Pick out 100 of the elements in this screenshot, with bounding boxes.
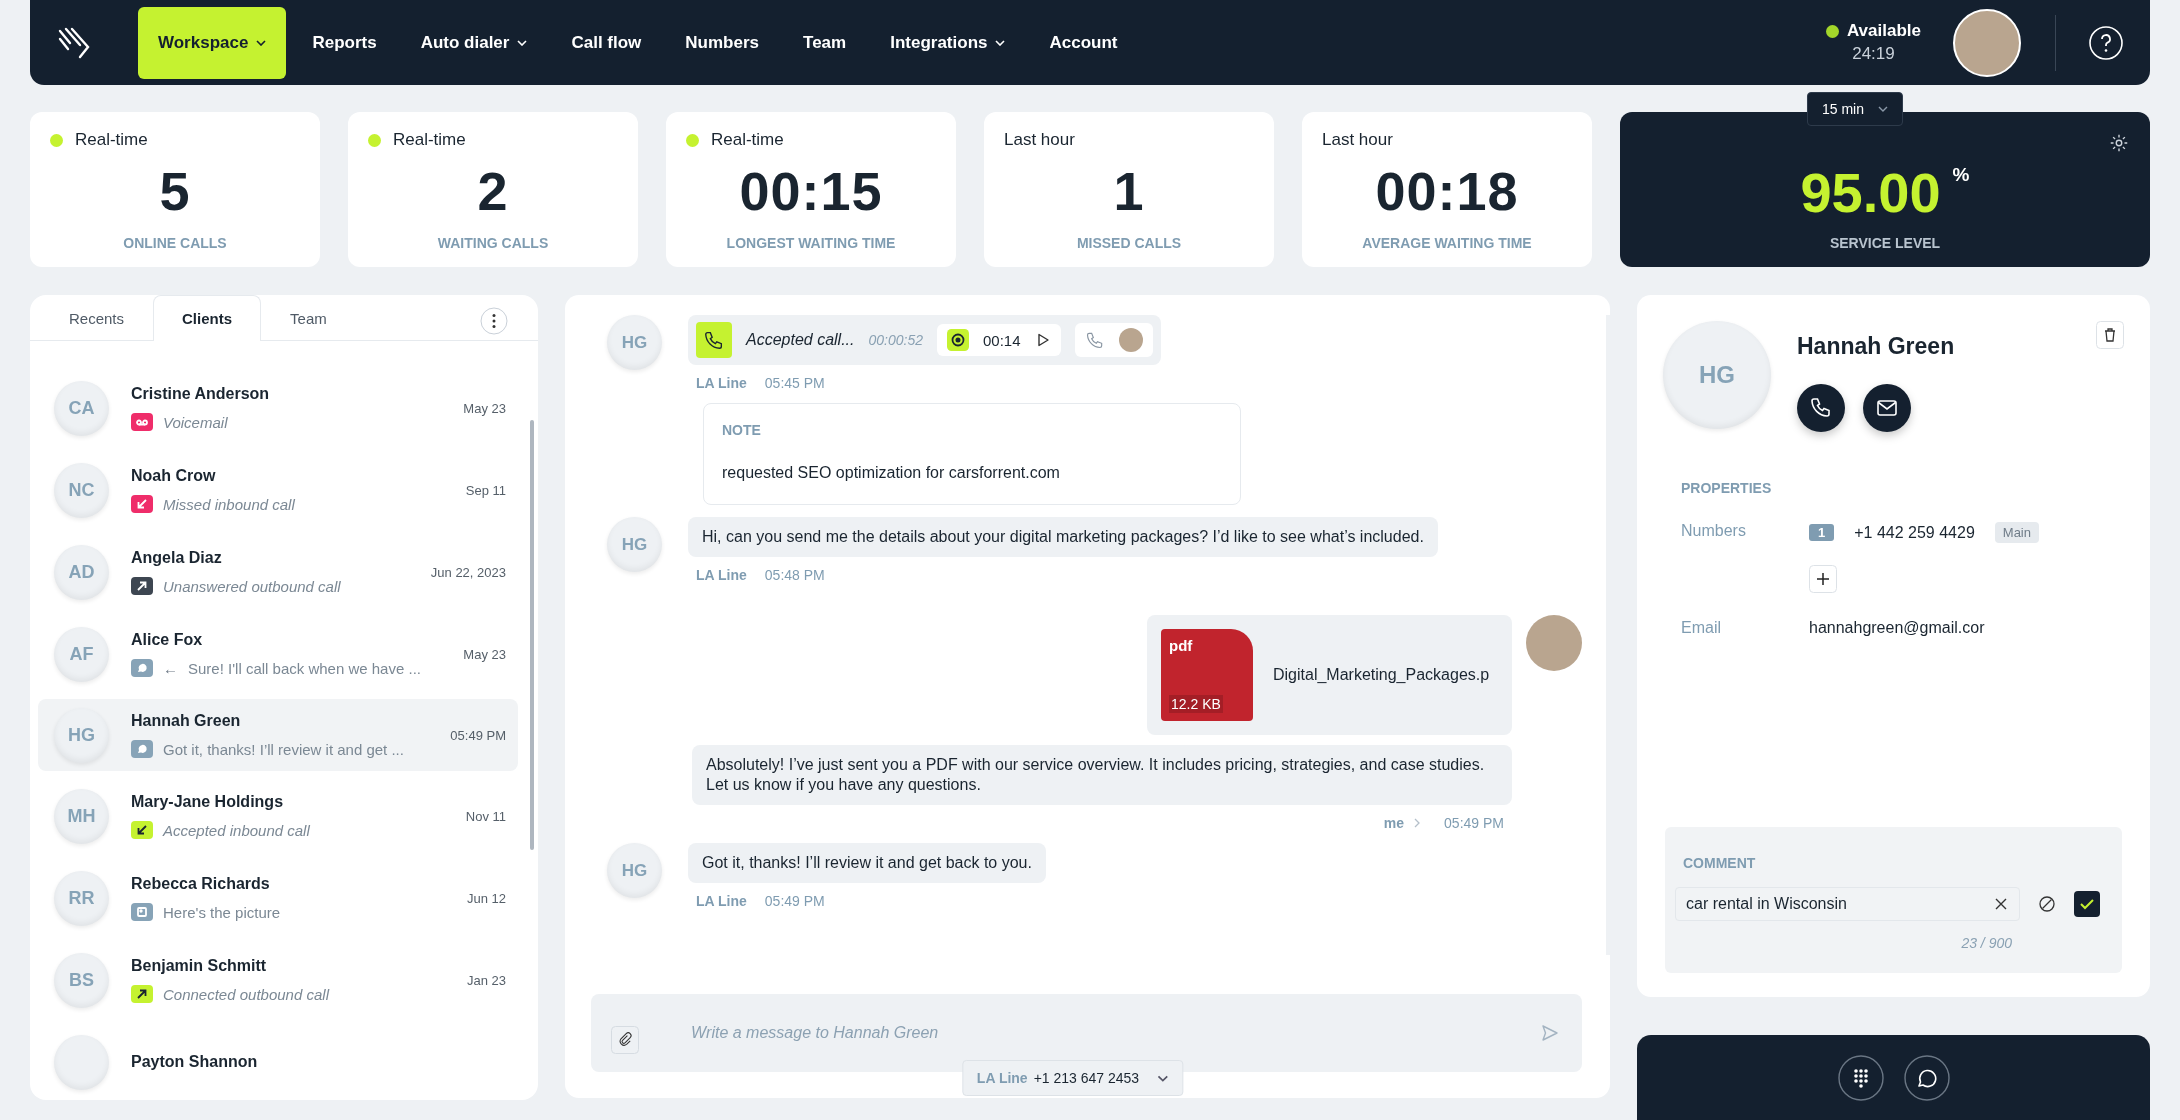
last-activity: Unanswered outbound call xyxy=(163,577,341,595)
message-bubble: Absolutely! I’ve just sent you a PDF with our service overview. It includes pricing, strategies, and case studies. Let us know if you have any questions. xyxy=(692,745,1512,805)
last-activity: Missed inbound call xyxy=(163,495,295,513)
line-selector[interactable]: LA Line +1 213 647 2453 xyxy=(961,1060,1184,1096)
contact-row[interactable]: MH Mary-Jane Holdings Accepted inbound call Nov 11 xyxy=(38,775,518,857)
settings-icon[interactable] xyxy=(2108,132,2130,154)
contact-row[interactable]: RR Rebecca Richards Here's the picture Jun 12 xyxy=(38,857,518,939)
contact-name: Cristine Anderson xyxy=(131,385,271,403)
initials-avatar: HG xyxy=(1663,321,1771,429)
message-time: 05:49 PM xyxy=(1444,815,1504,831)
phone-icon xyxy=(696,322,732,358)
last-activity: Here's the picture xyxy=(163,903,281,921)
stat-value: 5 xyxy=(159,160,191,222)
initials-avatar: AD xyxy=(54,544,109,600)
recording-icon xyxy=(947,329,969,351)
trash-icon[interactable] xyxy=(2096,321,2124,349)
contact-name: Mary-Jane Holdings xyxy=(131,793,285,811)
contact-name: Alice Fox xyxy=(131,631,204,649)
call-duration: 00:00:52 xyxy=(868,332,923,348)
initials-avatar: CA xyxy=(54,380,109,436)
recording-player[interactable]: 00:14 xyxy=(937,324,1061,356)
activity-date: Sep 11 xyxy=(465,482,506,498)
contact-row[interactable]: Payton Shannon xyxy=(38,1021,518,1100)
line-name: LA Line xyxy=(696,893,747,909)
character-counter: 23 / 900 xyxy=(1961,935,2012,951)
activity-date: May 23 xyxy=(463,646,506,662)
contact-name: Hannah Green xyxy=(131,712,242,730)
stat-period: Real-time xyxy=(711,130,784,150)
initials-avatar: HG xyxy=(607,315,662,370)
contact-row[interactable]: HG Hannah Green Got it, thanks! I’ll review it and get ... 05:49 PM xyxy=(38,699,518,771)
status-label[interactable]: Available xyxy=(1846,21,1921,41)
contact-name: Benjamin Schmitt xyxy=(131,957,268,975)
stat-period: Real-time xyxy=(393,130,466,150)
chat-icon[interactable] xyxy=(1903,1054,1950,1101)
service-level-value: 95.00 xyxy=(1800,160,1941,225)
message-time: 05:49 PM xyxy=(764,893,825,909)
sender-name: me xyxy=(1383,815,1405,831)
contact-row[interactable]: AD Angela Diaz Unanswered outbound call Jun 22, 2023 xyxy=(38,531,518,613)
last-activity: Voicemail xyxy=(163,413,228,431)
comment-input[interactable]: car rental in Wisconsin xyxy=(1675,887,2020,921)
more-options-icon[interactable] xyxy=(480,306,508,335)
pdf-file-icon: pdf 12.2 KB xyxy=(1161,629,1253,721)
add-icon[interactable] xyxy=(1809,565,1837,593)
last-activity: Sure! I'll call back when we have ... xyxy=(188,659,421,677)
initials-avatar: HG xyxy=(607,843,662,898)
message-input[interactable]: Write a message to Hannah Green xyxy=(689,1023,1490,1043)
message-time: 05:48 PM xyxy=(764,567,825,583)
stat-period: Real-time xyxy=(75,130,148,150)
nav-menu-item[interactable]: Call flow xyxy=(553,6,660,79)
last-activity: Accepted inbound call xyxy=(163,821,310,839)
nav-menu-item[interactable]: Integrations xyxy=(872,6,1024,79)
contacts-tab[interactable]: Recents xyxy=(40,295,154,341)
contacts-tab[interactable]: Team xyxy=(261,295,356,341)
nav-menu-item[interactable]: Reports xyxy=(294,6,395,79)
nav-menu-item[interactable]: Auto dialer xyxy=(402,6,546,79)
initials-avatar: AF xyxy=(54,626,109,682)
mail-icon[interactable] xyxy=(1863,384,1911,432)
chevron-icon xyxy=(1414,818,1421,828)
message-time: 05:45 PM xyxy=(764,375,825,391)
initials-avatar: NC xyxy=(54,462,109,518)
activity-date: 05:49 PM xyxy=(450,727,506,743)
nav-menu-item[interactable]: Team xyxy=(785,6,865,79)
nav-menu-item[interactable]: Numbers xyxy=(667,6,778,79)
contact-row[interactable]: BS Benjamin Schmitt Connected outbound call Jan 23 xyxy=(38,939,518,1021)
section-heading: COMMENT xyxy=(1683,855,1757,871)
activity-date: Jun 12 xyxy=(466,890,506,906)
help-icon[interactable] xyxy=(2088,24,2124,61)
file-name: Digital_Marketing_Packages.p xyxy=(1273,666,1490,684)
recording-time: 00:14 xyxy=(983,331,1021,349)
section-heading: PROPERTIES xyxy=(1681,480,1773,496)
contact-row[interactable]: NC Noah Crow Missed inbound call Sep 11 xyxy=(38,449,518,531)
stat-caption: SERVICE LEVEL xyxy=(1829,235,1941,251)
percent-unit: % xyxy=(1952,164,1970,186)
note-text: requested SEO optimization for carsforrent.com xyxy=(722,464,1061,482)
clear-icon[interactable] xyxy=(1994,897,2008,911)
nav-menu-item[interactable]: Workspace xyxy=(138,6,287,79)
paperclip-icon[interactable] xyxy=(611,1026,639,1054)
message-bubble: Hi, can you send me the details about your digital marketing packages? I’d like to see what’s included. xyxy=(688,517,1438,557)
dialpad-icon[interactable] xyxy=(1837,1054,1884,1101)
contact-name: Rebecca Richards xyxy=(131,875,271,893)
confirm-icon[interactable] xyxy=(2074,891,2100,917)
cancel-icon[interactable] xyxy=(2038,895,2056,913)
contact-name: Payton Shannon xyxy=(131,1053,259,1071)
stat-caption: AVERAGE WAITING TIME xyxy=(1362,235,1532,251)
interval-dropdown[interactable]: 15 min xyxy=(1807,92,1903,126)
reply-arrow: ← xyxy=(163,659,178,677)
stat-caption: WAITING CALLS xyxy=(437,235,549,251)
contact-name: Angela Diaz xyxy=(131,549,223,567)
initials-avatar: BS xyxy=(54,952,109,1008)
number-tag: Main xyxy=(1994,522,2039,543)
file-attachment[interactable]: pdf 12.2 KB Digital_Marketing_Packages.p xyxy=(1147,615,1512,735)
contact-row[interactable]: CA Cristine Anderson Voicemail May 23 xyxy=(38,367,518,449)
phone-icon[interactable] xyxy=(1797,384,1845,432)
stat-caption: MISSED CALLS xyxy=(1076,235,1182,251)
email-value: hannahgreen@gmail.cor xyxy=(1809,619,1986,637)
contact-row[interactable]: AF Alice Fox ← Sure! I'll call back when we have ... May 23 xyxy=(38,613,518,695)
contacts-tab[interactable]: Clients xyxy=(153,295,262,341)
number-index: 1 xyxy=(1809,524,1835,541)
nav-menu-item[interactable]: Account xyxy=(1031,6,1136,79)
activity-date: Jun 22, 2023 xyxy=(430,564,506,580)
